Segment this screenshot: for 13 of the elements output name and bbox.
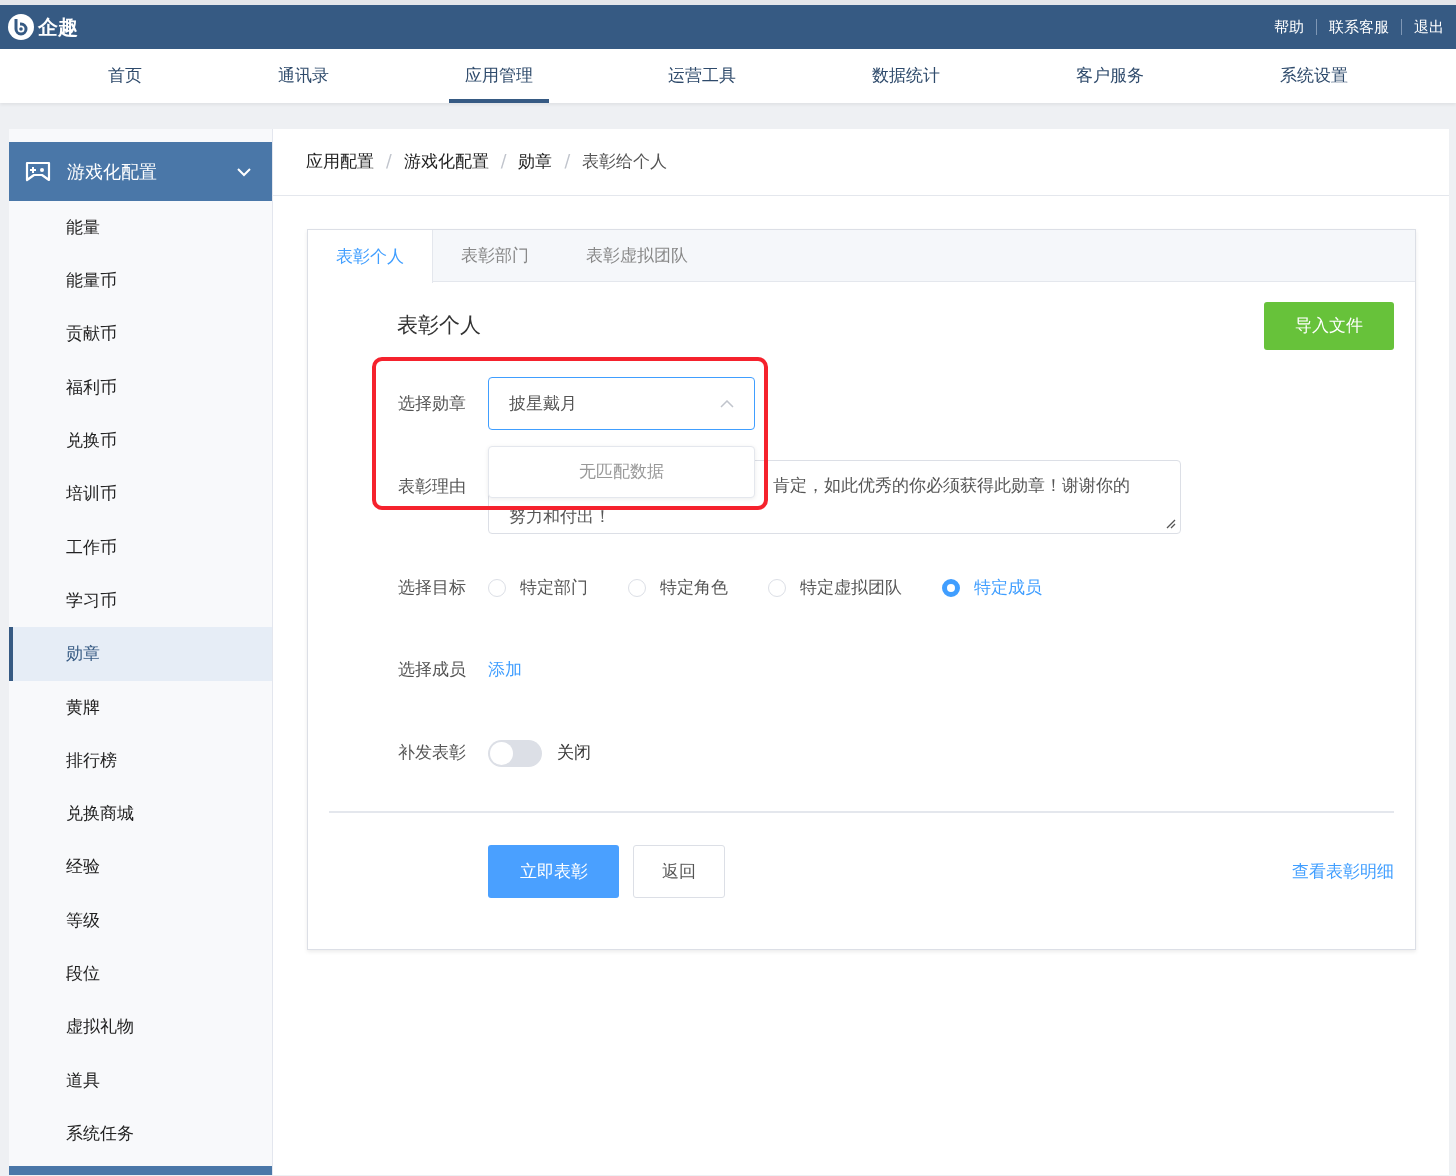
field-label: 选择目标	[398, 576, 467, 600]
breadcrumb-separator: /	[385, 150, 393, 174]
field-label: 选择勋章	[398, 391, 467, 415]
field-label: 表彰理由	[398, 475, 467, 498]
breadcrumb-separator: /	[499, 150, 508, 174]
switch-state-text: 关闭	[557, 741, 591, 765]
field-label: 选择成员	[398, 658, 467, 682]
empty-dropdown-menu: 无匹配数据	[488, 446, 755, 498]
breadcrumb-item: 表彰给个人	[582, 150, 668, 174]
breadcrumb-separator: /	[563, 150, 572, 174]
brand-name: 企趣	[38, 14, 78, 41]
form-title: 表彰个人	[397, 312, 481, 340]
field-label: 补发表彰	[398, 741, 467, 765]
